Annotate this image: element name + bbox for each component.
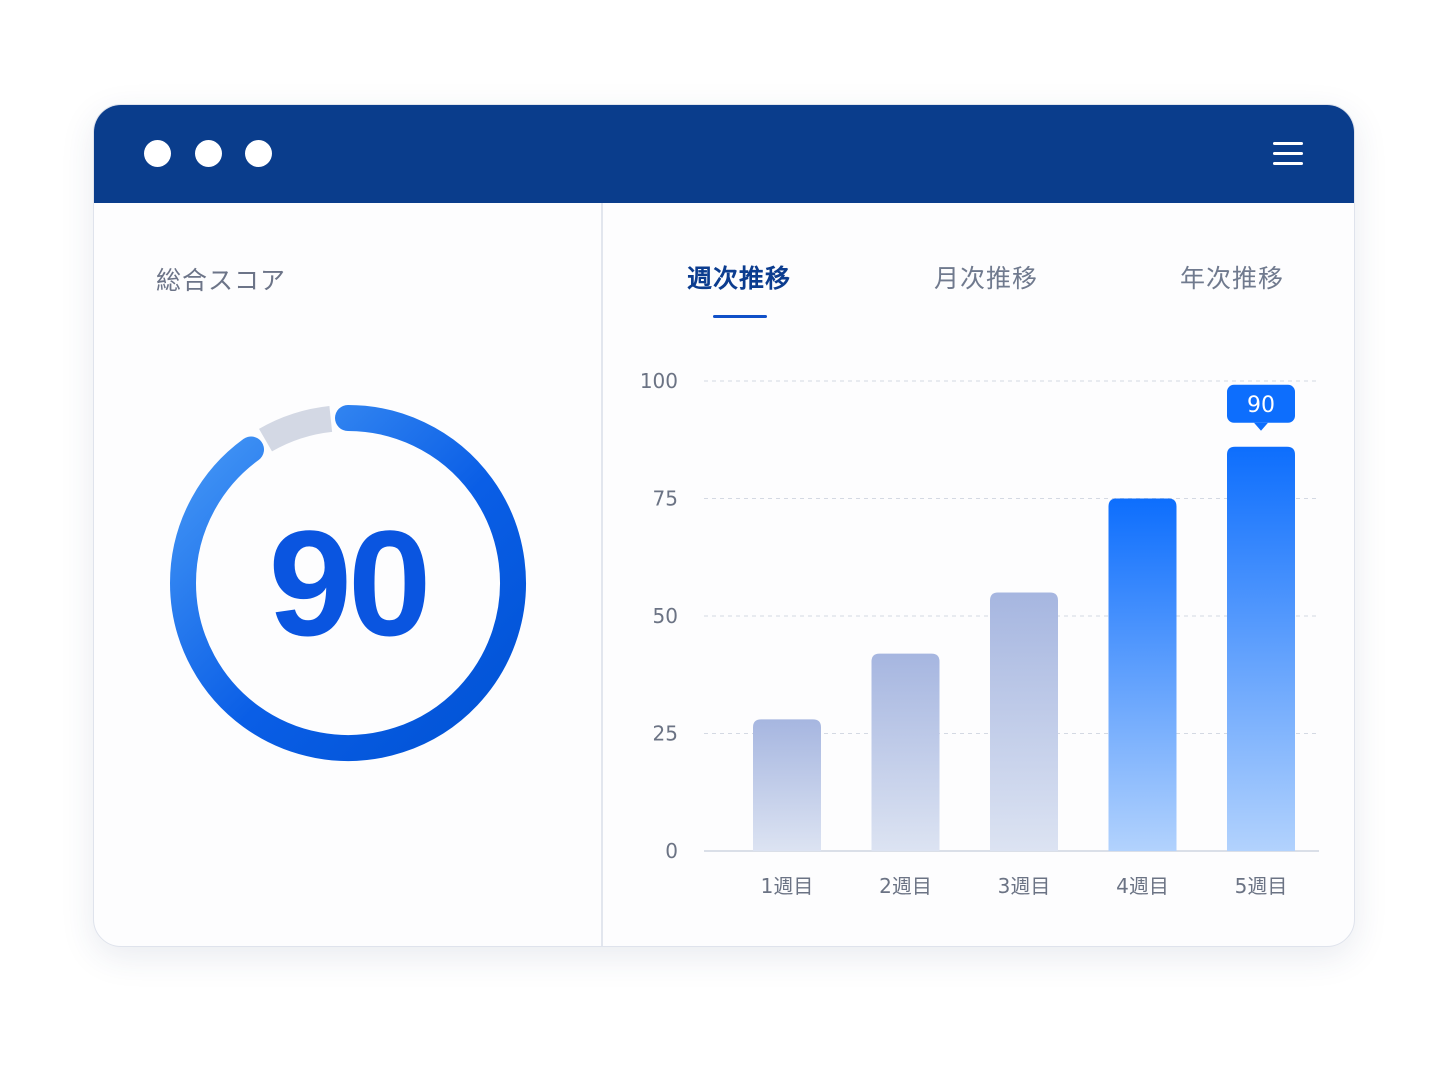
x-tick-label: 1週目: [761, 874, 814, 898]
window-dot[interactable]: [144, 140, 171, 167]
bar-chart-svg: 0 25 50 75 100 1週目 2週目 3週目 4週目 5週目 90: [640, 369, 1319, 898]
callout-pointer: [1254, 422, 1268, 431]
bar-5[interactable]: [1227, 446, 1295, 851]
tab-monthly[interactable]: 月次推移: [934, 259, 1038, 295]
app-window: 総合スコア 90 週次推移 月次推移 年次推移 0 25 50 75 100 1週目 2週目…: [93, 104, 1355, 947]
x-tick-label: 3週目: [998, 874, 1051, 898]
y-tick-label: 50: [653, 604, 678, 628]
y-tick-label: 100: [640, 369, 678, 393]
tab-weekly[interactable]: 週次推移: [687, 259, 791, 295]
bar-2[interactable]: [871, 653, 940, 851]
y-tick-label: 75: [653, 487, 678, 511]
bar-1[interactable]: [753, 719, 821, 851]
score-label: 総合スコア: [156, 266, 287, 295]
active-tab-indicator: [713, 315, 767, 318]
callout-value: 90: [1247, 393, 1275, 418]
x-tick-label: 5週目: [1235, 874, 1288, 898]
window-dot[interactable]: [195, 140, 222, 167]
weekly-bar-chart: 0 25 50 75 100 1週目 2週目 3週目 4週目 5週目 90: [604, 355, 1344, 915]
bar-4[interactable]: [1108, 498, 1177, 852]
score-value: 90: [268, 498, 432, 667]
title-bar: [94, 105, 1354, 203]
bar-3[interactable]: [990, 592, 1058, 852]
tab-yearly[interactable]: 年次推移: [1180, 259, 1284, 295]
menu-line: [1273, 142, 1303, 145]
panel-divider: [601, 203, 603, 946]
x-tick-label: 2週目: [879, 874, 932, 898]
window-dot[interactable]: [245, 140, 272, 167]
menu-line: [1273, 152, 1303, 155]
hamburger-menu-icon[interactable]: [1271, 139, 1305, 169]
y-tick-label: 0: [665, 839, 678, 863]
x-tick-label: 4週目: [1116, 874, 1169, 898]
y-tick-label: 25: [653, 722, 678, 746]
value-callout: 90: [1227, 384, 1295, 431]
menu-line: [1273, 162, 1303, 165]
